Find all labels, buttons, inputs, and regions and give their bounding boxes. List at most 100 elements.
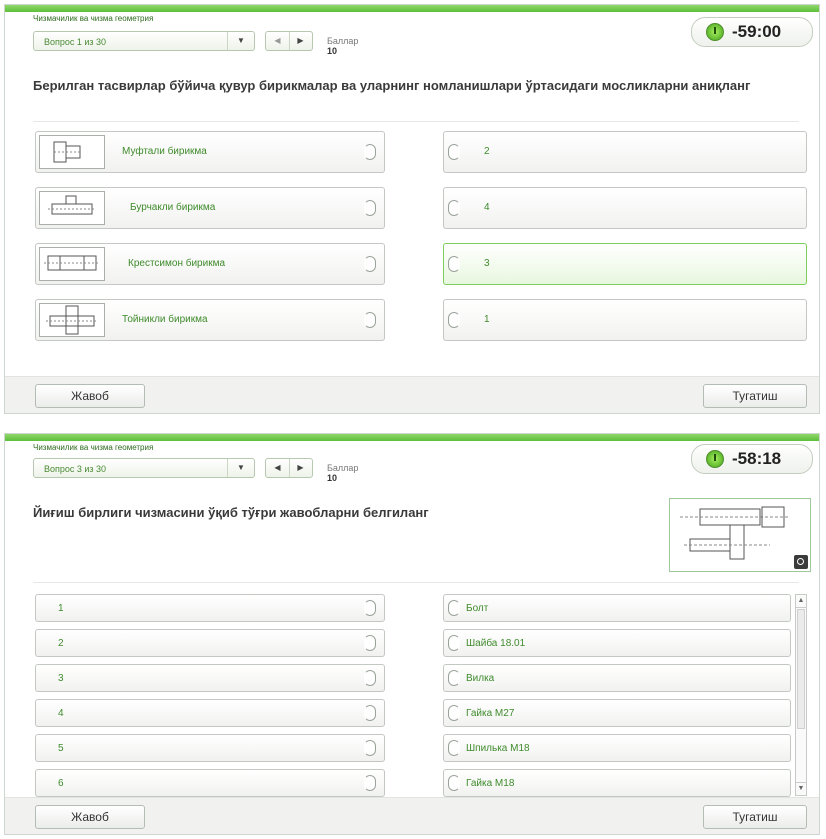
match-left-item[interactable]: 5 — [35, 734, 385, 762]
divider — [33, 582, 799, 583]
puzzle-notch-icon — [364, 670, 376, 686]
match-right-item[interactable]: 2 — [443, 131, 807, 173]
match-left-label: 6 — [58, 778, 64, 789]
match-right-label: Гайка М18 — [466, 778, 515, 789]
footer-bar: Жавоб Тугатиш — [5, 797, 819, 834]
question-text: Йиғиш бирлиги чизмасини ўқиб тўғри жавоб… — [33, 505, 429, 520]
scrollbar-thumb[interactable] — [797, 609, 805, 729]
assembly-drawing-thumbnail[interactable] — [669, 498, 811, 572]
puzzle-notch-icon — [448, 775, 460, 791]
match-right-label: 2 — [484, 146, 490, 157]
match-left-item[interactable]: 3 — [35, 664, 385, 692]
puzzle-notch-icon — [364, 144, 376, 160]
puzzle-notch-icon — [364, 312, 376, 328]
match-left-label: 3 — [58, 673, 64, 684]
scroll-down-icon[interactable]: ▼ — [796, 782, 806, 795]
nav-buttons: ◀ ▶ — [265, 458, 313, 478]
match-right-label: Гайка М27 — [466, 708, 515, 719]
puzzle-notch-icon — [364, 600, 376, 616]
clock-icon — [706, 450, 724, 468]
match-left-item[interactable]: Муфтали бирикма — [35, 131, 385, 173]
puzzle-notch-icon — [448, 600, 460, 616]
test-window-2: Чизмачилик ва чизма геометрия Вопрос 3 и… — [4, 433, 820, 835]
score: Баллар 10 — [327, 463, 358, 483]
next-question-button[interactable]: ▶ — [289, 32, 312, 50]
match-right-item[interactable]: Шпилька М18 — [443, 734, 791, 762]
match-right-item[interactable]: Гайка М27 — [443, 699, 791, 727]
puzzle-notch-icon — [448, 740, 460, 756]
puzzle-notch-icon — [448, 256, 460, 272]
match-right-item[interactable]: Болт — [443, 594, 791, 622]
pipe-fitting-drawing-icon — [39, 135, 105, 169]
answer-button[interactable]: Жавоб — [35, 805, 145, 829]
match-right-item[interactable]: 1 — [443, 299, 807, 341]
match-right-item[interactable]: Шайба 18.01 — [443, 629, 791, 657]
test-window-1: Чизмачилик ва чизма геометрия Вопрос 1 и… — [4, 4, 820, 414]
match-left-item[interactable]: 1 — [35, 594, 385, 622]
app-title: Чизмачилик ва чизма геометрия — [33, 14, 154, 23]
match-right-label: 4 — [484, 202, 490, 213]
puzzle-notch-icon — [364, 775, 376, 791]
match-left-item[interactable]: Тойникли бирикма — [35, 299, 385, 341]
title-bar — [5, 434, 819, 441]
match-right-label: Шпилька М18 — [466, 743, 530, 754]
match-left-label: Бурчакли бирикма — [130, 202, 216, 213]
chevron-down-icon[interactable]: ▼ — [227, 32, 254, 50]
puzzle-notch-icon — [448, 312, 460, 328]
match-list: 1 2 3 4 5 6 Болт Шайба 18.01 Вилка Гайка… — [5, 592, 819, 798]
question-select[interactable]: Вопрос 1 из 30 ▼ — [33, 31, 255, 51]
puzzle-notch-icon — [364, 740, 376, 756]
match-left-item[interactable]: Бурчакли бирикма — [35, 187, 385, 229]
match-left-item[interactable]: 4 — [35, 699, 385, 727]
question-select[interactable]: Вопрос 3 из 30 ▼ — [33, 458, 255, 478]
puzzle-notch-icon — [448, 635, 460, 651]
pipe-fitting-drawing-icon — [39, 247, 105, 281]
timer-value: -58:18 — [732, 449, 782, 468]
match-left-label: 5 — [58, 743, 64, 754]
title-bar — [5, 5, 819, 12]
match-left-label: Муфтали бирикма — [122, 146, 207, 157]
question-select-value: Вопрос 1 из 30 — [44, 37, 107, 47]
answer-button[interactable]: Жавоб — [35, 384, 145, 408]
score-value: 10 — [327, 473, 338, 483]
clock-icon — [706, 23, 724, 41]
match-right-item[interactable]: Гайка М18 — [443, 769, 791, 797]
scroll-up-icon[interactable]: ▲ — [796, 595, 806, 608]
match-left-item[interactable]: 2 — [35, 629, 385, 657]
match-right-label: Болт — [466, 603, 489, 614]
match-left-label: 2 — [58, 638, 64, 649]
finish-button[interactable]: Тугатиш — [703, 384, 807, 408]
footer-bar: Жавоб Тугатиш — [5, 376, 819, 413]
match-right-label: Шайба 18.01 — [466, 638, 526, 649]
match-left-item[interactable]: Крестсимон бирикма — [35, 243, 385, 285]
match-right-item-selected[interactable]: 3 — [443, 243, 807, 285]
puzzle-notch-icon — [448, 670, 460, 686]
match-right-label: Вилка — [466, 673, 495, 684]
scrollbar[interactable]: ▲ ▼ — [795, 594, 807, 796]
match-left-label: Крестсимон бирикма — [128, 258, 226, 269]
score-value: 10 — [327, 46, 338, 56]
match-left-label: 4 — [58, 708, 64, 719]
prev-question-button[interactable]: ◀ — [266, 32, 290, 50]
magnifier-icon[interactable] — [794, 555, 808, 569]
puzzle-notch-icon — [364, 200, 376, 216]
prev-question-button[interactable]: ◀ — [266, 459, 290, 477]
timer: -58:18 — [691, 444, 813, 474]
question-text: Берилган тасвирлар бўйича қувур бирикмал… — [33, 78, 751, 93]
nav-buttons: ◀ ▶ — [265, 31, 313, 51]
puzzle-notch-icon — [364, 705, 376, 721]
match-right-label: 3 — [484, 258, 490, 269]
puzzle-notch-icon — [364, 635, 376, 651]
score-label: Баллар — [327, 463, 359, 473]
puzzle-notch-icon — [364, 256, 376, 272]
finish-button[interactable]: Тугатиш — [703, 805, 807, 829]
puzzle-notch-icon — [448, 200, 460, 216]
score-label: Баллар — [327, 36, 359, 46]
next-question-button[interactable]: ▶ — [289, 459, 312, 477]
chevron-down-icon[interactable]: ▼ — [227, 459, 254, 477]
match-left-item[interactable]: 6 — [35, 769, 385, 797]
pipe-fitting-drawing-icon — [39, 191, 105, 225]
match-right-item[interactable]: 4 — [443, 187, 807, 229]
match-right-item[interactable]: Вилка — [443, 664, 791, 692]
match-left-label: 1 — [58, 603, 64, 614]
